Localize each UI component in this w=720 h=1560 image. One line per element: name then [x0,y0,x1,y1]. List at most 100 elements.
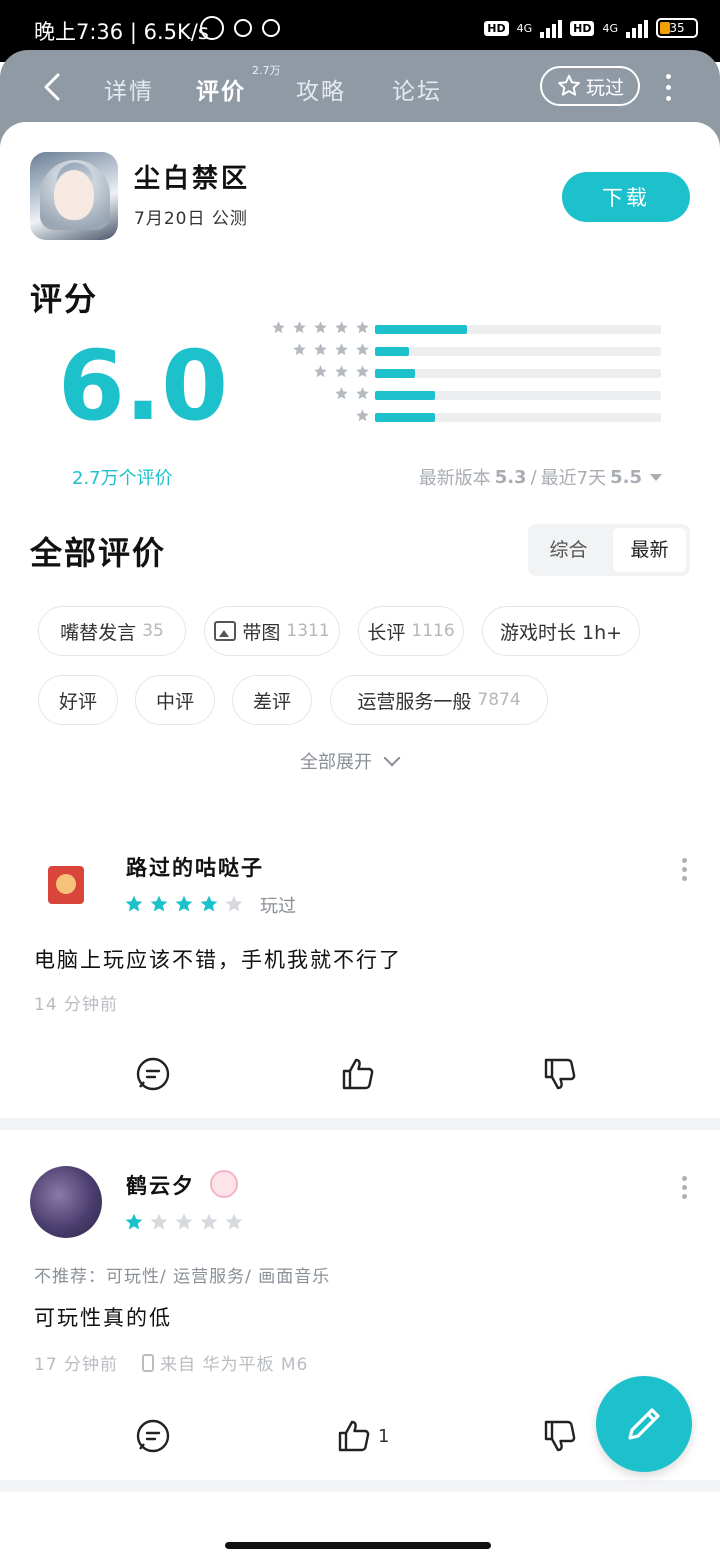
distribution-bar-fill [375,391,436,400]
review-divider [0,1480,720,1492]
latest-version-label: 最新版本 [418,468,491,489]
star-icon [314,365,327,378]
version-score-filter[interactable]: 最新版本 5.3 / 最近7天 5.5 [419,464,662,490]
review-time: 17 分钟前 [34,1355,119,1375]
review-rating [124,894,244,914]
more-icon[interactable] [680,1176,688,1200]
write-review-button[interactable] [596,1376,692,1472]
star-icon [335,343,348,356]
tab-details[interactable]: 详情 [104,72,154,106]
star-filled-icon [175,895,193,912]
notification-icon [262,19,280,37]
comment-icon[interactable] [135,1056,171,1092]
review-username[interactable]: 鹤云夕 [126,1170,195,1200]
hd-badge: HD [484,20,509,36]
distribution-bar-fill [375,325,467,334]
chip-label: 好评 [58,690,97,713]
distribution-stars [355,408,370,423]
star-empty-icon [200,1213,218,1230]
chip-label: 长评 [367,621,406,644]
tab-guides[interactable]: 攻略 [296,72,346,106]
filter-chip[interactable]: 中评 [135,675,215,725]
review-username[interactable]: 路过的咕哒子 [126,852,264,882]
filter-chip[interactable]: 长评 1116 [358,606,464,656]
recent-score: 5.5 [610,466,642,488]
sort-option-latest[interactable]: 最新 [613,528,686,572]
star-icon [356,343,369,356]
thumbs-down-icon[interactable] [542,1418,578,1454]
sort-option-comprehensive[interactable]: 综合 [532,528,605,572]
chip-label: 嘴替发言 [60,621,137,644]
star-icon [293,343,306,356]
download-button[interactable]: 下载 [562,172,690,222]
network-label: 4G [602,21,618,35]
user-badge [210,1170,238,1198]
chip-count: 7874 [477,690,521,710]
star-icon [314,343,327,356]
filter-chip[interactable]: 嘴替发言 35 [38,606,186,656]
chip-label: 中评 [155,690,194,713]
distribution-stars [292,342,370,357]
distribution-stars [271,320,370,335]
tab-forum[interactable]: 论坛 [392,72,442,106]
played-button[interactable]: 玩过 [540,66,640,106]
rating-title: 评分 [30,280,99,318]
played-tag: 玩过 [260,896,296,917]
thumbs-up-icon[interactable] [336,1418,372,1454]
like-count: 1 [378,1426,390,1447]
not-recommend-tags: 不推荐：可玩性/ 运营服务/ 画面音乐 [34,1267,331,1287]
caret-down-icon [650,473,662,481]
star-empty-icon [225,895,243,912]
more-icon[interactable] [662,74,674,104]
tab-reviews[interactable]: 评价 [196,72,246,106]
rating-distribution-row [240,320,670,340]
battery-icon: 35 [656,18,698,38]
distribution-bar-track [375,391,661,400]
rating-distribution-row [240,364,670,384]
review-rating [124,1212,244,1232]
sort-toggle: 综合 最新 [528,524,690,576]
chip-label: 带图 [242,621,281,644]
avatar[interactable] [30,1166,102,1238]
chevron-down-icon [383,749,401,767]
rating-count: 2.7万个评价 [72,468,173,489]
review-time: 14 分钟前 [34,995,119,1015]
thumbs-up-icon[interactable] [340,1056,376,1092]
filter-chip[interactable]: 运营服务一般 7874 [330,675,548,725]
avatar[interactable] [30,852,100,922]
expand-label: 全部展开 [300,752,372,773]
chip-label: 差评 [252,690,291,713]
app-name: 尘白禁区 [134,164,251,194]
distribution-stars [334,386,370,401]
star-plus-icon [558,74,580,96]
filter-chip[interactable]: 带图 1311 [204,606,340,656]
rating-distribution-row [240,342,670,362]
star-filled-icon [150,895,168,912]
back-icon[interactable] [38,72,68,102]
star-filled-icon [125,895,143,912]
distribution-bar-fill [375,413,436,422]
review-meta: 14 分钟前 [34,990,118,1015]
filter-chip[interactable]: 游戏时长 1h+ [482,606,640,656]
filter-chip[interactable]: 好评 [38,675,118,725]
star-icon [356,321,369,334]
rating-score: 6.0 [58,330,229,442]
comment-icon[interactable] [135,1418,171,1454]
app-icon [30,152,118,240]
status-icons [200,16,280,40]
distribution-bar-track [375,347,661,356]
star-filled-icon [125,1213,143,1230]
filter-chip[interactable]: 差评 [232,675,312,725]
played-label: 玩过 [585,76,624,99]
expand-all-button[interactable]: 全部展开 [300,748,401,774]
star-icon [335,365,348,378]
distribution-bar-fill [375,347,410,356]
distribution-bar-fill [375,369,416,378]
thumbs-down-icon[interactable] [542,1056,578,1092]
more-icon[interactable] [680,858,688,882]
latest-version-score: 5.3 [494,466,527,488]
notification-icon [234,19,252,37]
chip-count: 1311 [286,621,330,641]
star-icon [314,321,327,334]
review-device: 来自 华为平板 M6 [160,1355,309,1375]
